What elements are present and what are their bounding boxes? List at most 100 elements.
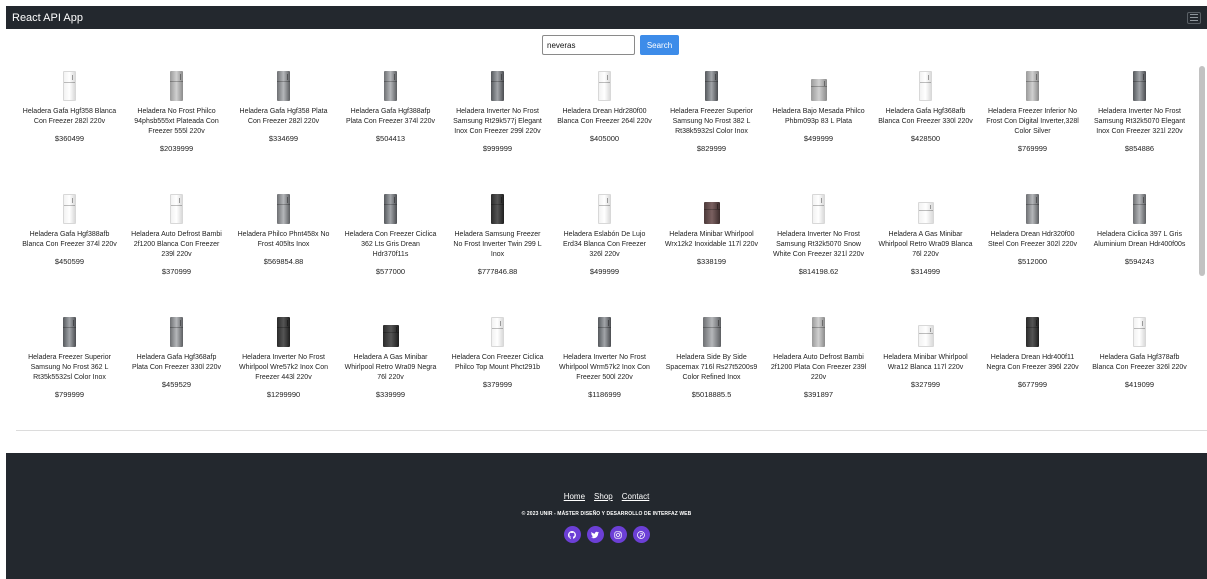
product-card[interactable]: Heladera A Gas Minibar Whirlpool Retro W… — [337, 309, 444, 430]
footer-link-shop[interactable]: Shop — [594, 492, 613, 501]
product-image[interactable] — [491, 192, 504, 224]
github-icon[interactable] — [563, 526, 581, 543]
product-card[interactable]: Heladera Gafa Hgf388afp Plata Con Freeze… — [337, 63, 444, 186]
product-image[interactable] — [277, 192, 290, 224]
product-image[interactable] — [598, 192, 611, 224]
product-name: Heladera Inverter No Frost Whirlpool Wrm… — [559, 354, 650, 381]
pinterest-icon[interactable] — [632, 526, 650, 543]
fridge-icon — [63, 194, 76, 224]
product-image[interactable] — [277, 315, 290, 347]
product-image[interactable] — [63, 192, 76, 224]
product-image[interactable] — [812, 315, 825, 347]
product-image[interactable] — [63, 69, 76, 101]
product-card[interactable]: Heladera Inverter No Frost Whirlpool Wre… — [230, 309, 337, 430]
product-image[interactable] — [170, 192, 183, 224]
product-card[interactable]: Heladera Philco Phnt458x No Frost 405lts… — [230, 186, 337, 309]
product-price: $450599 — [54, 257, 85, 266]
footer-links: Home Shop Contact — [564, 492, 650, 501]
product-card[interactable]: Heladera Eslabón De Lujo Erd34 Blanca Co… — [551, 186, 658, 309]
product-card[interactable]: Heladera Minibar Whirlpool Wrx12k2 Inoxi… — [658, 186, 765, 309]
product-image[interactable] — [1133, 192, 1146, 224]
product-card[interactable]: Heladera Drean Hdr320f00 Steel Con Freez… — [979, 186, 1086, 309]
product-image[interactable] — [170, 69, 183, 101]
product-card[interactable]: Heladera Gafa Hgf378afb Blanca Con Freez… — [1086, 309, 1193, 430]
product-image[interactable] — [170, 315, 183, 347]
product-card[interactable]: Heladera Drean Hdr400f11 Negra Con Freez… — [979, 309, 1086, 430]
product-card[interactable]: Heladera Inverter No Frost Samsung Rt29k… — [444, 63, 551, 186]
product-image[interactable] — [1026, 69, 1039, 101]
product-image[interactable] — [917, 192, 934, 224]
footer-link-home[interactable]: Home — [564, 492, 585, 501]
product-name: Heladera Drean Hdr280f00 Blanca Con Free… — [557, 108, 652, 125]
product-image[interactable] — [810, 69, 827, 101]
footer: Home Shop Contact © 2023 UNIR - MÁSTER D… — [6, 453, 1207, 579]
product-name: Heladera Con Freezer Ciclica 362 Lts Gri… — [344, 231, 437, 258]
product-image[interactable] — [277, 69, 290, 101]
product-name: Heladera Gafa Hgf358 Plata Con Freezer 2… — [239, 108, 328, 125]
product-image[interactable] — [1026, 315, 1039, 347]
product-image[interactable] — [917, 315, 934, 347]
product-price: $428500 — [910, 134, 941, 143]
twitter-icon[interactable] — [586, 526, 604, 543]
product-image[interactable] — [384, 192, 397, 224]
product-image[interactable] — [702, 315, 721, 347]
search-button[interactable]: Search — [640, 35, 679, 55]
product-card[interactable]: Heladera Freezer Inferior No Frost Con D… — [979, 63, 1086, 186]
product-image[interactable] — [382, 315, 399, 347]
product-card[interactable]: Heladera Auto Defrost Bambi 2f1200 Plata… — [765, 309, 872, 430]
product-card[interactable]: Heladera Ciclica 397 L Gris Aluminium Dr… — [1086, 186, 1193, 309]
product-card[interactable]: Heladera A Gas Minibar Whirlpool Retro W… — [872, 186, 979, 309]
product-card[interactable]: Heladera Gafa Hgf358 Plata Con Freezer 2… — [230, 63, 337, 186]
product-image[interactable] — [384, 69, 397, 101]
app-title[interactable]: React API App — [12, 12, 83, 24]
product-image[interactable] — [1133, 69, 1146, 101]
product-image[interactable] — [1026, 192, 1039, 224]
product-card[interactable]: Heladera Freezer Superior Samsung No Fro… — [658, 63, 765, 186]
product-card[interactable]: Heladera Gafa Hgf368afb Blanca Con Freez… — [872, 63, 979, 186]
product-price: $504413 — [375, 134, 406, 143]
fridge-icon — [277, 71, 290, 101]
product-card[interactable]: Heladera Auto Defrost Bambi 2f1200 Blanc… — [123, 186, 230, 309]
product-image[interactable] — [598, 69, 611, 101]
search-input[interactable] — [542, 35, 635, 55]
product-card[interactable]: Heladera Samsung Freezer No Frost Invert… — [444, 186, 551, 309]
product-name: Heladera A Gas Minibar Whirlpool Retro W… — [344, 354, 437, 381]
product-card[interactable]: Heladera Con Freezer Ciclica Philco Top … — [444, 309, 551, 430]
product-image[interactable] — [703, 192, 720, 224]
instagram-icon[interactable] — [609, 526, 627, 543]
results-scrollbar[interactable] — [1199, 66, 1205, 276]
product-image[interactable] — [491, 69, 504, 101]
product-price: $391897 — [803, 390, 834, 399]
fridge-icon — [63, 71, 76, 101]
product-price: $577000 — [375, 267, 406, 276]
product-card[interactable]: Heladera Inverter No Frost Samsung Rt32k… — [1086, 63, 1193, 186]
fridge-icon — [1133, 71, 1146, 101]
footer-link-contact[interactable]: Contact — [622, 492, 650, 501]
product-card[interactable]: Heladera Inverter No Frost Whirlpool Wrm… — [551, 309, 658, 430]
product-name: Heladera Minibar Whirlpool Wrx12k2 Inoxi… — [664, 231, 759, 248]
product-card[interactable]: Heladera Inverter No Frost Samsung Rt32k… — [765, 186, 872, 309]
product-card[interactable]: Heladera Gafa Hgf358 Blanca Con Freezer … — [16, 63, 123, 186]
product-image[interactable] — [598, 315, 611, 347]
product-image[interactable] — [919, 69, 932, 101]
product-price: $5018885.5 — [691, 390, 732, 399]
product-price: $799999 — [54, 390, 85, 399]
product-image[interactable] — [1133, 315, 1146, 347]
fridge-icon — [382, 325, 399, 347]
menu-toggle-icon[interactable] — [1187, 11, 1201, 24]
product-card[interactable]: Heladera Freezer Superior Samsung No Fro… — [16, 309, 123, 430]
product-card[interactable]: Heladera Gafa Hgf368afp Plata Con Freeze… — [123, 309, 230, 430]
product-card[interactable]: Heladera Minibar Whirlpool Wra12 Blanca … — [872, 309, 979, 430]
product-results[interactable]: Heladera Gafa Hgf358 Blanca Con Freezer … — [16, 63, 1207, 431]
product-image[interactable] — [63, 315, 76, 347]
product-card[interactable]: Heladera No Frost Philco 94phsb555xt Pla… — [123, 63, 230, 186]
product-image[interactable] — [491, 315, 504, 347]
product-card[interactable]: Heladera Bajo Mesada Philco Phbm093p 83 … — [765, 63, 872, 186]
product-card[interactable]: Heladera Side By Side Spacemax 716l Rs27… — [658, 309, 765, 430]
product-card[interactable]: Heladera Gafa Hgf388afb Blanca Con Freez… — [16, 186, 123, 309]
product-card[interactable]: Heladera Drean Hdr280f00 Blanca Con Free… — [551, 63, 658, 186]
fridge-icon — [170, 194, 183, 224]
product-image[interactable] — [705, 69, 718, 101]
product-card[interactable]: Heladera Con Freezer Ciclica 362 Lts Gri… — [337, 186, 444, 309]
product-image[interactable] — [812, 192, 825, 224]
